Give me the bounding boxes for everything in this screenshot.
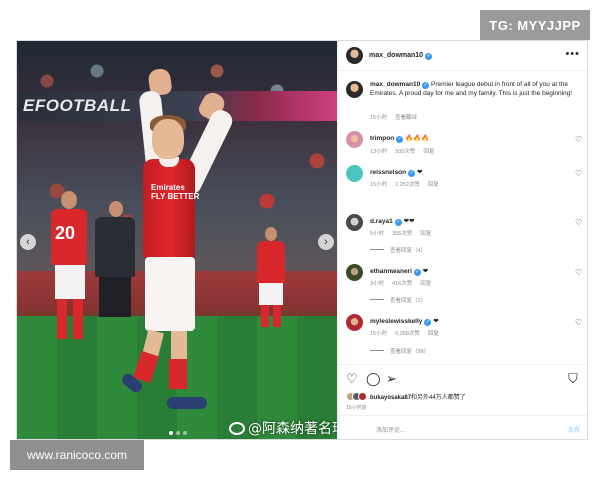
comment-meta: 15小时 6,268次赞 回复 — [370, 331, 439, 337]
comment-meta: 5小时 355次赞 回复 — [370, 231, 432, 237]
reply-link[interactable]: 回复 — [420, 281, 431, 287]
prev-image-button[interactable]: ‹ — [20, 234, 36, 250]
post-comment-button[interactable]: 发布 — [568, 425, 580, 434]
bookmark-icon[interactable]: ⛉ — [568, 372, 578, 385]
translate-link[interactable]: 查看翻译 — [395, 115, 417, 121]
comment-meta: 3小时 416次赞 回复 — [370, 281, 432, 287]
commenter-avatar[interactable] — [346, 264, 363, 281]
verified-icon: ✓ — [413, 269, 421, 276]
add-comment-bar: 添加评论... 发布 — [338, 415, 587, 439]
site-watermark-badge: www.ranicoco.com — [10, 440, 144, 470]
next-image-button[interactable]: › — [318, 234, 334, 250]
weibo-watermark: @阿森纳著名球迷 — [229, 418, 337, 438]
comment-meta: 15小时 2,252次赞 回复 — [370, 182, 439, 188]
carousel-dots — [169, 431, 187, 435]
comment-like-icon[interactable]: ♡ — [575, 135, 582, 144]
comment: trimpon ✓ 🔥🔥🔥 — [370, 135, 430, 143]
reply-link[interactable]: 回复 — [428, 331, 439, 337]
commenter-avatar[interactable] — [346, 165, 363, 182]
like-icon[interactable]: ♡ — [346, 372, 358, 385]
comment-like-icon[interactable]: ♡ — [575, 169, 582, 178]
action-bar: ♡ ◯ ➢ ⛉ — [338, 364, 587, 388]
verified-icon: ✓ — [422, 82, 430, 89]
comment: ethannwaneri ✓ ❤ — [370, 268, 429, 276]
comment-icon[interactable]: ◯ — [366, 372, 381, 385]
author-username[interactable]: max_dowman10 ✓ — [369, 52, 433, 60]
commenter-username[interactable]: d.raya1 — [370, 218, 393, 225]
commenter-username[interactable]: ethannwaneri — [370, 268, 412, 275]
commenter-username[interactable]: myleslewisskelly — [370, 318, 422, 325]
share-icon[interactable]: ➢ — [386, 372, 397, 385]
comment-input[interactable]: 添加评论... — [376, 425, 405, 434]
post-caption: max_dowman10 ✓ Premier league debut in fr… — [370, 81, 582, 98]
commenter-avatar[interactable] — [346, 314, 363, 331]
view-replies-link[interactable]: 查看回复（1） — [370, 296, 426, 304]
player-number: 20 — [55, 223, 76, 243]
likes-summary[interactable]: bukayosaka87和另外44万人都赞了 — [346, 390, 466, 402]
verified-icon: ✓ — [408, 170, 416, 177]
comment-like-icon[interactable]: ♡ — [575, 268, 582, 277]
shirt-sponsor: Emirates FLY BETTER — [151, 183, 200, 201]
liker-avatar — [358, 391, 367, 401]
view-replies-link[interactable]: 查看回复（98） — [370, 347, 429, 355]
tg-watermark-badge: TG: MYYJJPP — [480, 10, 590, 40]
post-header: max_dowman10 ✓ ••• — [338, 41, 587, 71]
banner-text: EFOOTBALL — [23, 96, 132, 115]
comment: d.raya1 ✓ ❤❤ — [370, 218, 415, 226]
reply-link[interactable]: 回复 — [428, 182, 439, 188]
caption-avatar[interactable] — [346, 81, 363, 98]
reply-link[interactable]: 回复 — [423, 149, 434, 155]
view-replies-link[interactable]: 查看回复（4） — [370, 246, 426, 254]
commenter-username[interactable]: trimpon — [370, 135, 394, 142]
instagram-post: EFOOTBALL 20 Emirates FLY BETTER ‹ › @阿森… — [16, 40, 588, 440]
verified-icon: ✓ — [396, 136, 404, 143]
verified-icon: ✓ — [394, 219, 402, 226]
comment: reissnelson ✓ ❤ — [370, 169, 423, 177]
verified-icon: ✓ — [425, 53, 433, 60]
verified-icon: ✓ — [424, 319, 432, 326]
caption-username[interactable]: max_dowman10 — [370, 81, 420, 88]
weibo-logo-icon — [229, 422, 245, 435]
commenter-avatar[interactable] — [346, 131, 363, 148]
reply-link[interactable]: 回复 — [420, 231, 431, 237]
post-date: 15小时前 — [346, 405, 367, 411]
more-options-icon[interactable]: ••• — [565, 48, 580, 60]
post-side-panel: max_dowman10 ✓ ••• max_dowman10 ✓ Premier … — [337, 41, 587, 439]
author-avatar[interactable] — [346, 47, 363, 64]
post-photo[interactable]: EFOOTBALL 20 Emirates FLY BETTER ‹ › @阿森… — [17, 41, 337, 439]
comment-meta: 13小时 505次赞 回复 — [370, 149, 435, 155]
comment-like-icon[interactable]: ♡ — [575, 318, 582, 327]
caption-meta: 15小时 查看翻译 — [370, 115, 418, 121]
commenter-username[interactable]: reissnelson — [370, 169, 406, 176]
comment: myleslewisskelly ✓ ❤ — [370, 318, 439, 326]
commenter-avatar[interactable] — [346, 214, 363, 231]
comment-like-icon[interactable]: ♡ — [575, 218, 582, 227]
